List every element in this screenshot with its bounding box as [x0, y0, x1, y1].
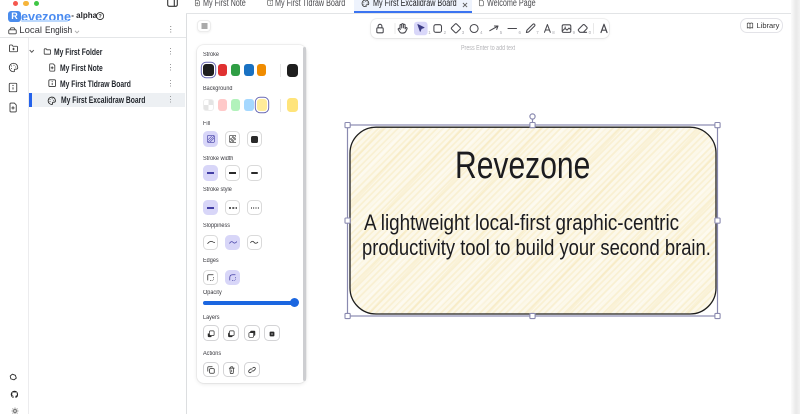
svg-text:0: 0: [589, 30, 592, 35]
svg-text:?: ?: [99, 14, 102, 20]
svg-text:9: 9: [573, 30, 576, 35]
svg-text:8: 8: [552, 30, 555, 35]
svg-text:7: 7: [536, 30, 539, 35]
svg-text:2: 2: [444, 30, 447, 35]
svg-text:3: 3: [462, 30, 465, 35]
svg-text:5: 5: [500, 30, 503, 35]
svg-text:4: 4: [480, 30, 483, 35]
svg-text:1: 1: [428, 30, 431, 35]
svg-text:6: 6: [518, 30, 521, 35]
